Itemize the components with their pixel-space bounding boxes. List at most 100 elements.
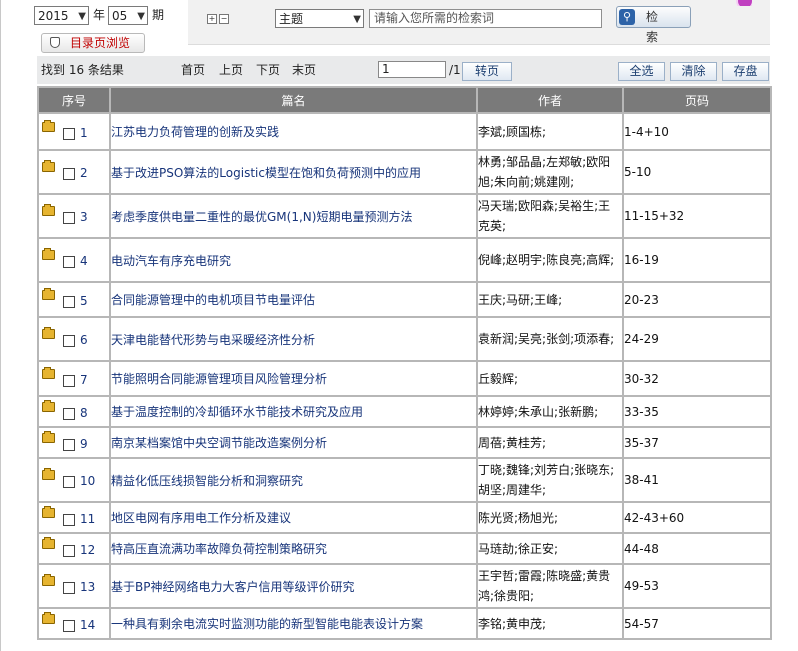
- article-title-link[interactable]: 考虑季度供电量二重性的最优GM(1,N)短期电量预测方法: [111, 210, 412, 224]
- row-title-cell: 节能照明合同能源管理项目风险管理分析: [109, 360, 478, 397]
- row-checkbox[interactable]: [63, 476, 75, 488]
- search-placeholder: 请输入您所需的检索词: [374, 11, 495, 25]
- last-page-link[interactable]: 末页: [292, 62, 316, 78]
- month-select[interactable]: 05 ▼: [108, 6, 148, 25]
- row-authors-cell: 李斌;顾国栋;: [476, 112, 624, 151]
- row-authors-cell: 丘毅辉;: [476, 360, 624, 397]
- row-index[interactable]: 5: [80, 294, 88, 308]
- article-title-link[interactable]: 基于温度控制的冷却循环水节能技术研究及应用: [111, 405, 363, 419]
- row-index[interactable]: 14: [80, 618, 95, 632]
- clear-button[interactable]: 清除: [670, 62, 717, 81]
- row-authors-cell: 马琏劼;徐正安;: [476, 532, 624, 565]
- prev-page-link[interactable]: 上页: [219, 62, 243, 78]
- first-page-link[interactable]: 首页: [181, 62, 205, 78]
- folder-icon[interactable]: [42, 430, 55, 443]
- article-title-link[interactable]: 合同能源管理中的电机项目节电量评估: [111, 293, 315, 307]
- row-index-cell: 11: [37, 501, 111, 534]
- row-index[interactable]: 3: [80, 210, 88, 224]
- article-title-link[interactable]: 节能照明合同能源管理项目风险管理分析: [111, 372, 327, 386]
- row-authors-cell: 林勇;邹品晶;左郑敏;欧阳旭;朱向前;姚建刚;: [476, 149, 624, 195]
- folder-icon[interactable]: [42, 574, 55, 586]
- row-checkbox[interactable]: [63, 212, 75, 224]
- article-title-link[interactable]: 南京某档案馆中央空调节能改造案例分析: [111, 436, 327, 450]
- row-index[interactable]: 4: [80, 254, 88, 268]
- folder-icon[interactable]: [42, 248, 55, 260]
- row-title-cell: 江苏电力负荷管理的创新及实践: [109, 112, 478, 151]
- catalog-browse-button[interactable]: 目录页浏览: [41, 33, 145, 53]
- page-number-input[interactable]: 1: [378, 61, 446, 78]
- year-unit: 年: [93, 8, 106, 22]
- row-pages-cell: 33-35: [622, 395, 772, 428]
- row-index[interactable]: 8: [80, 406, 88, 420]
- row-checkbox[interactable]: [63, 407, 75, 420]
- search-input[interactable]: 请输入您所需的检索词: [369, 9, 602, 28]
- article-title-link[interactable]: 基于BP神经网络电力大客户信用等级评价研究: [111, 580, 354, 594]
- article-title-link[interactable]: 一种具有剩余电流实时监测功能的新型智能电能表设计方案: [111, 617, 423, 631]
- folder-icon[interactable]: [42, 536, 55, 549]
- folder-icon[interactable]: [42, 160, 55, 172]
- next-page-link[interactable]: 下页: [256, 62, 280, 78]
- row-checkbox[interactable]: [63, 256, 75, 268]
- row-title-cell: 地区电网有序用电工作分析及建议: [109, 501, 478, 534]
- row-pages-cell: 24-29: [622, 316, 772, 362]
- row-checkbox[interactable]: [63, 127, 75, 140]
- row-checkbox[interactable]: [63, 438, 75, 451]
- row-pages-cell: 20-23: [622, 281, 772, 318]
- row-checkbox[interactable]: [63, 513, 75, 526]
- row-checkbox[interactable]: [63, 295, 75, 308]
- header-pages: 页码: [622, 86, 772, 114]
- row-pages-cell: 42-43+60: [622, 501, 772, 534]
- row-pages-cell: 49-53: [622, 563, 772, 609]
- article-title-link[interactable]: 天津电能替代形势与电采暖经济性分析: [111, 333, 315, 347]
- expand-icon[interactable]: +: [207, 14, 217, 24]
- row-title-cell: 合同能源管理中的电机项目节电量评估: [109, 281, 478, 318]
- folder-icon[interactable]: [42, 611, 55, 624]
- article-title-link[interactable]: 电动汽车有序充电研究: [111, 254, 231, 268]
- folder-icon[interactable]: [42, 505, 55, 518]
- row-pages-cell: 1-4+10: [622, 112, 772, 151]
- row-index-cell: 10: [37, 457, 111, 503]
- row-index[interactable]: 9: [80, 437, 88, 451]
- article-title-link[interactable]: 地区电网有序用电工作分析及建议: [111, 511, 291, 525]
- folder-icon[interactable]: [42, 327, 55, 339]
- chevron-down-icon: ▼: [137, 11, 145, 22]
- row-checkbox[interactable]: [63, 335, 75, 347]
- row-checkbox[interactable]: [63, 168, 75, 180]
- row-checkbox[interactable]: [63, 374, 75, 387]
- row-authors-cell: 周蓓;黄桂芳;: [476, 426, 624, 459]
- table-row: 6 天津电能替代形势与电采暖经济性分析 袁新润;吴亮;张剑;项添春; 24-29: [37, 316, 772, 362]
- row-index-cell: 12: [37, 532, 111, 565]
- row-checkbox[interactable]: [63, 544, 75, 557]
- save-button[interactable]: 存盘: [722, 62, 769, 81]
- article-title-link[interactable]: 江苏电力负荷管理的创新及实践: [111, 125, 279, 139]
- row-index[interactable]: 13: [80, 580, 95, 594]
- row-checkbox[interactable]: [63, 619, 75, 632]
- field-select[interactable]: 主题 ▼: [275, 9, 364, 28]
- help-icon[interactable]: [734, 0, 752, 6]
- folder-icon[interactable]: [42, 287, 55, 300]
- row-index[interactable]: 2: [80, 166, 88, 180]
- folder-icon[interactable]: [42, 399, 55, 412]
- table-row: 11 地区电网有序用电工作分析及建议 陈光贤;杨旭光; 42-43+60: [37, 501, 772, 534]
- row-checkbox[interactable]: [63, 582, 75, 594]
- select-all-button[interactable]: 全选: [618, 62, 665, 81]
- row-index[interactable]: 7: [80, 373, 88, 387]
- folder-icon[interactable]: [42, 468, 55, 480]
- row-index[interactable]: 6: [80, 333, 88, 347]
- row-index[interactable]: 1: [80, 126, 88, 140]
- search-button[interactable]: ⚲ 检 索: [616, 6, 691, 44]
- go-page-button[interactable]: 转页: [462, 62, 512, 81]
- row-index[interactable]: 10: [80, 474, 95, 488]
- article-title-link[interactable]: 基于改进PSO算法的Logistic模型在饱和负荷预测中的应用: [111, 166, 421, 180]
- article-title-link[interactable]: 精益化低压线损智能分析和洞察研究: [111, 474, 303, 488]
- article-title-link[interactable]: 特高压直流满功率故障负荷控制策略研究: [111, 542, 327, 556]
- results-table: 序号 篇名 作者 页码 1 江苏电力负荷管理的创新及实践 李斌;顾国栋; 1-4+10…: [37, 86, 772, 640]
- folder-icon[interactable]: [42, 119, 55, 132]
- folder-icon[interactable]: [42, 366, 55, 379]
- row-index[interactable]: 12: [80, 543, 95, 557]
- row-authors-cell: 王庆;马研;王峰;: [476, 281, 624, 318]
- collapse-icon[interactable]: −: [219, 14, 229, 24]
- folder-icon[interactable]: [42, 204, 55, 216]
- year-select[interactable]: 2015 ▼: [34, 6, 89, 25]
- row-index[interactable]: 11: [80, 512, 95, 526]
